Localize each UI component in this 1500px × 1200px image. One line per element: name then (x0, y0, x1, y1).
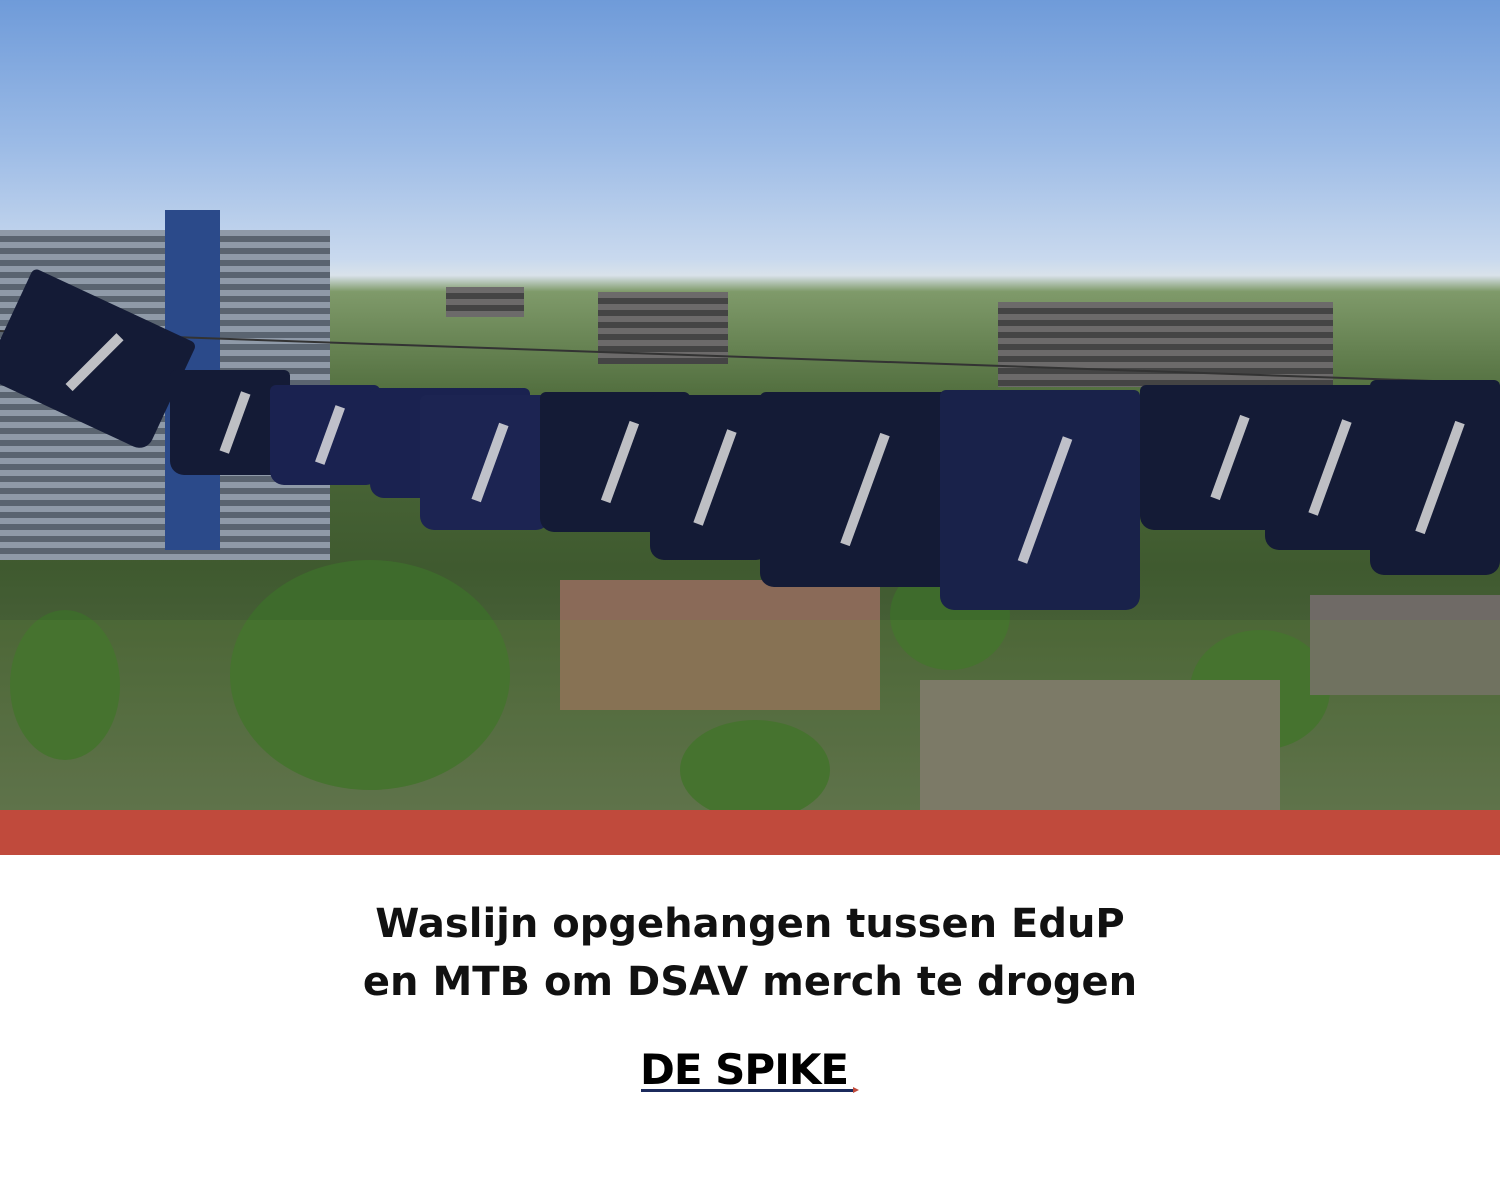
caption: Waslijn opgehangen tussen EduP en MTB om… (0, 895, 1500, 1011)
de-spike-logo: DE SPIKE (640, 1045, 849, 1094)
lawn (0, 620, 1500, 810)
accent-band (0, 810, 1500, 855)
building-distant (446, 287, 524, 317)
shirt (420, 395, 550, 530)
shirt (760, 392, 960, 587)
shirt (1265, 385, 1385, 550)
caption-line-1: Waslijn opgehangen tussen EduP (375, 901, 1125, 947)
logo-underline (641, 1089, 853, 1092)
caption-line-2: en MTB om DSAV merch te drogen (362, 959, 1138, 1005)
photo (0, 0, 1500, 810)
shirt (650, 395, 770, 560)
shirt (940, 390, 1140, 610)
shirt (1370, 380, 1500, 575)
shirt (270, 385, 380, 485)
logo-arrow-icon (853, 1087, 859, 1093)
